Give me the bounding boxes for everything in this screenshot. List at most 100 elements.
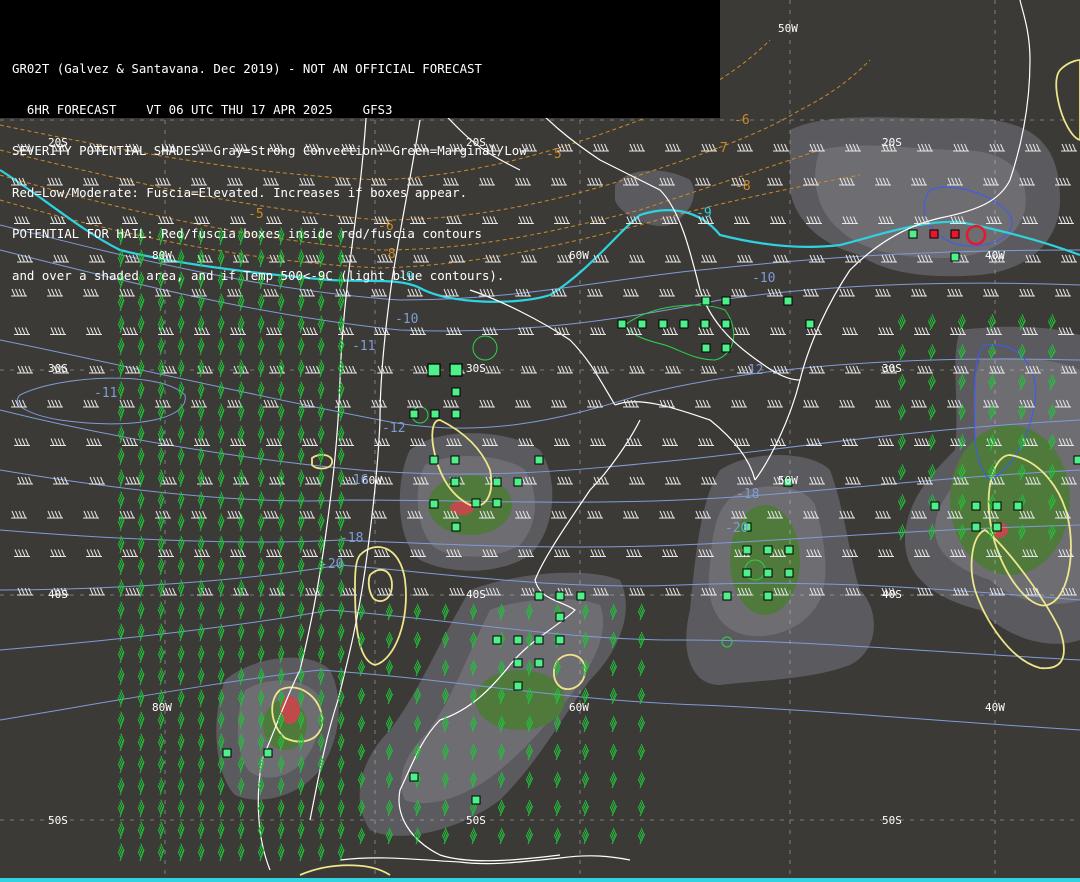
label-lat-40s-left: 40S — [48, 588, 68, 601]
header-line-hail-legend: POTENTIAL FOR HAIL: Red/fuscia boxes ins… — [12, 226, 482, 242]
severity-box-green — [992, 501, 1002, 511]
severity-box-green — [409, 409, 419, 419]
severity-box-green — [721, 319, 731, 329]
severity-box-green — [534, 591, 544, 601]
severity-box-green — [784, 568, 794, 578]
severity-box-red — [950, 229, 960, 239]
label-temp-minus10-a: -10 — [395, 312, 418, 327]
severity-box-green — [721, 343, 731, 353]
severity-box-green — [409, 772, 419, 782]
label-temp-minus12-a: -12 — [382, 421, 405, 436]
label-temp-minus12-b: -12 — [740, 363, 763, 378]
label-temp-minus8-a: -8 — [735, 179, 751, 194]
severity-box-green-large — [427, 363, 441, 377]
label-lat-20s-right: 20S — [882, 136, 902, 149]
label-lat-30s-mid: 30S — [466, 362, 486, 375]
severity-box-green — [430, 409, 440, 419]
severity-box-green — [450, 455, 460, 465]
severity-box-green — [576, 591, 586, 601]
severity-box-green — [534, 658, 544, 668]
severity-box-green — [450, 477, 460, 487]
header-line-severity-legend: SEVERITY POTENTIAL SHADES: Gray=Strong C… — [12, 143, 527, 159]
label-lon-60w-lower: 60W — [569, 701, 589, 714]
severity-box-green — [763, 545, 773, 555]
label-temp-minus11-a: -11 — [94, 386, 117, 401]
severity-box-green — [513, 477, 523, 487]
severity-box-green — [763, 568, 773, 578]
label-lon-40w-upper: 40W — [985, 249, 1005, 262]
label-lat-50s-mid: 50S — [466, 814, 486, 827]
label-lon-80w-lower: 80W — [152, 701, 172, 714]
severity-box-green — [451, 522, 461, 532]
severity-box-green — [637, 319, 647, 329]
severity-box-green — [930, 501, 940, 511]
severity-box-green — [701, 343, 711, 353]
label-lat-40s-right: 40S — [882, 588, 902, 601]
label-lon-50w-top: 50W — [778, 22, 798, 35]
severity-box-green — [534, 635, 544, 645]
label-lat-50s-left: 50S — [48, 814, 68, 827]
severity-box-green — [534, 455, 544, 465]
severity-box-green — [451, 387, 461, 397]
severity-box-green — [471, 498, 481, 508]
severity-box-green — [555, 591, 565, 601]
label-temp-minus6-a: -6 — [734, 113, 750, 128]
severity-box-green — [617, 319, 627, 329]
severity-box-green — [513, 635, 523, 645]
severity-box-green — [263, 748, 273, 758]
label-lat-40s-mid: 40S — [466, 588, 486, 601]
severity-box-green — [492, 498, 502, 508]
severity-box-green — [742, 568, 752, 578]
severity-box-green — [492, 635, 502, 645]
severity-box-green — [950, 252, 960, 262]
label-lat-30s-right: 30S — [882, 362, 902, 375]
label-lon-50w-mid: 50W — [778, 474, 798, 487]
severity-box-green — [513, 681, 523, 691]
severity-box-red — [929, 229, 939, 239]
header-line-title: GR02T (Galvez & Santavana. Dec 2019) - N… — [12, 60, 482, 76]
severity-box-green — [658, 319, 668, 329]
severity-box-green — [429, 455, 439, 465]
label-temp-minus16: -16 — [345, 473, 368, 488]
severity-box-green — [783, 296, 793, 306]
severity-box-green-large — [449, 363, 463, 377]
severity-box-green — [971, 522, 981, 532]
severity-box-green — [701, 296, 711, 306]
severity-box-green — [1073, 455, 1080, 465]
severity-box-green — [451, 409, 461, 419]
label-temp-minus18-a: -18 — [340, 531, 363, 546]
green-area-patagonia — [475, 670, 565, 730]
severity-box-green — [763, 591, 773, 601]
severity-box-green — [992, 522, 1002, 532]
red-area-central-argentina — [450, 501, 474, 515]
severity-box-green — [471, 795, 481, 805]
severity-box-green — [429, 499, 439, 509]
label-lon-40w-lower: 40W — [985, 701, 1005, 714]
severity-box-green — [805, 319, 815, 329]
severity-box-green — [222, 748, 232, 758]
label-temp-minus20-a: -20 — [320, 557, 343, 572]
severity-box-green — [513, 658, 523, 668]
header-line-severity-legend-2: Red=Low/Moderate: Fuscia=Elevated. Incre… — [12, 184, 468, 200]
severity-box-green — [1013, 501, 1023, 511]
severity-box-green — [700, 319, 710, 329]
severity-box-green — [721, 296, 731, 306]
severity-box-green — [742, 545, 752, 555]
severity-box-green — [679, 319, 689, 329]
severity-box-green — [492, 477, 502, 487]
severity-box-green — [555, 635, 565, 645]
label-temp-minus18-b: -18 — [736, 487, 759, 502]
header-line-hail-legend-2: and over a shaded area, and if Temp 500<… — [12, 267, 505, 283]
severity-box-green — [722, 591, 732, 601]
label-temp-minus10-b: -10 — [752, 271, 775, 286]
severity-box-green — [555, 612, 565, 622]
severity-box-green — [908, 229, 918, 239]
label-lat-30s-left: 30S — [48, 362, 68, 375]
header-line-forecast-time: 6HR FORECAST VT 06 UTC THU 17 APR 2025 G… — [12, 101, 393, 117]
forecast-header: GR02T (Galvez & Santavana. Dec 2019) - N… — [0, 0, 720, 282]
forecast-map: 20S 20S 20S 30S 30S 30S 40S 40S 40S 50S … — [0, 0, 1080, 882]
label-temp-minus11-b: -11 — [352, 339, 375, 354]
bottom-color-strip — [0, 878, 1080, 882]
label-temp-minus20-b: -20 — [725, 521, 748, 536]
label-lat-50s-right: 50S — [882, 814, 902, 827]
